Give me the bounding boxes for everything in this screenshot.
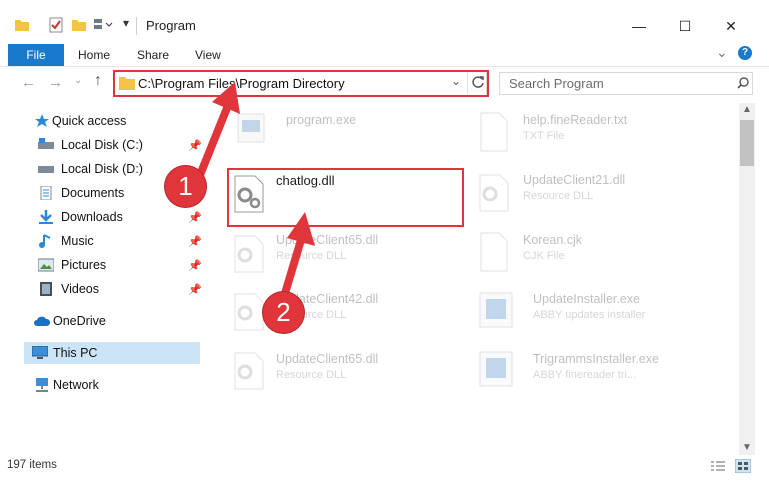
customize-toolbar-icon[interactable]: [93, 17, 113, 33]
folder-icon: [15, 20, 29, 31]
sidebar-item-label: OneDrive: [53, 314, 106, 328]
new-folder-icon[interactable]: [71, 17, 87, 33]
back-button[interactable]: ←: [21, 74, 36, 91]
file-type: TXT File: [523, 130, 565, 142]
pin-icon[interactable]: 📌: [188, 207, 202, 229]
details-view-icon[interactable]: [711, 461, 725, 473]
drive-icon: [38, 166, 54, 173]
sidebar-item-onedrive[interactable]: OneDrive: [24, 310, 200, 332]
file-type: Resource DLL: [523, 190, 594, 202]
pin-icon[interactable]: 📌: [188, 231, 202, 253]
file-name[interactable]: help.fineReader.txt: [523, 113, 627, 127]
tab-home[interactable]: Home: [78, 44, 110, 66]
pin-icon[interactable]: 📌: [188, 255, 202, 277]
up-button[interactable]: ↑: [94, 72, 102, 90]
sidebar-item-label: Quick access: [52, 114, 127, 128]
dll-file-icon[interactable]: [476, 174, 512, 212]
dll-file-icon[interactable]: [231, 352, 267, 390]
scrollbar-thumb[interactable]: [740, 120, 754, 166]
pin-icon[interactable]: 📌: [188, 279, 202, 301]
sidebar-item-label: Music: [61, 234, 94, 248]
tab-file[interactable]: File: [8, 44, 64, 66]
dropdown-chevron-icon[interactable]: ▾: [123, 16, 129, 30]
downloads-icon: [39, 210, 53, 224]
file-highlight-box: [227, 168, 464, 227]
sidebar-item-label: This PC: [53, 346, 98, 360]
maximize-button[interactable]: ☐: [662, 14, 708, 38]
sidebar-item-network[interactable]: Network: [24, 374, 200, 396]
generic-file-icon[interactable]: [478, 232, 510, 272]
sidebar-item-quick-access[interactable]: Quick access: [24, 110, 200, 132]
sidebar-item-music[interactable]: Music 📌: [24, 230, 202, 253]
file-name[interactable]: TrigrammsInstaller.exe: [533, 352, 659, 366]
file-type: CJK File: [523, 250, 565, 262]
step-2-badge: 2: [263, 292, 304, 333]
sidebar-item-label: Network: [53, 378, 99, 392]
drive-c-icon: [38, 138, 54, 149]
large-icons-view-icon[interactable]: [735, 459, 751, 473]
sidebar-item-label: Documents: [61, 186, 125, 200]
tab-view[interactable]: View: [195, 44, 221, 66]
file-name[interactable]: UpdateInstaller.exe: [533, 292, 640, 306]
file-name[interactable]: Korean.cjk: [523, 233, 582, 247]
text-file-icon[interactable]: [478, 112, 510, 152]
step-1-badge: 1: [165, 166, 206, 207]
pictures-icon: [38, 258, 54, 272]
scroll-down-icon[interactable]: ▼: [742, 442, 752, 453]
documents-icon: [40, 186, 52, 200]
cloud-icon: [34, 316, 50, 326]
ribbon-bar: [0, 40, 769, 67]
file-type: ABBY updates installer: [533, 309, 646, 321]
sidebar-item-label: Videos: [61, 282, 99, 296]
search-placeholder[interactable]: Search Program: [509, 76, 604, 91]
computer-icon: [32, 346, 48, 359]
expand-ribbon-button[interactable]: ⌄: [716, 44, 728, 61]
sidebar-item-pictures[interactable]: Pictures 📌: [24, 254, 202, 277]
properties-icon[interactable]: [48, 17, 64, 33]
music-icon: [39, 234, 51, 248]
close-button[interactable]: ✕: [708, 14, 754, 38]
tab-share[interactable]: Share: [137, 44, 169, 66]
window-title: Program: [146, 18, 196, 33]
file-name[interactable]: UpdateClient21.dll: [523, 173, 625, 187]
network-icon: [36, 378, 48, 392]
sidebar-item-label: Downloads: [61, 210, 123, 224]
sidebar-item-local-disk-c[interactable]: Local Disk (C:) 📌: [24, 134, 202, 156]
sidebar-item-downloads[interactable]: Downloads 📌: [24, 206, 202, 229]
title-divider: [136, 17, 137, 35]
installer-icon[interactable]: [478, 291, 514, 329]
search-icon[interactable]: [737, 77, 749, 89]
scroll-up-icon[interactable]: ▲: [742, 104, 752, 115]
status-item-count: 197 items: [7, 459, 57, 471]
sidebar-item-this-pc[interactable]: This PC: [24, 342, 200, 364]
videos-icon: [40, 282, 52, 296]
sidebar-item-label: Local Disk (C:): [61, 138, 143, 152]
star-icon: [35, 114, 49, 127]
sidebar-item-videos[interactable]: Videos 📌: [24, 278, 202, 301]
help-button[interactable]: ?: [738, 46, 752, 60]
recent-locations-icon[interactable]: ⌄: [74, 75, 82, 86]
minimize-button[interactable]: —: [616, 14, 662, 38]
dll-file-icon[interactable]: [231, 293, 267, 331]
sidebar-item-label: Local Disk (D:): [61, 162, 143, 176]
sidebar-item-label: Pictures: [61, 258, 107, 272]
dll-file-icon[interactable]: [231, 235, 267, 273]
address-highlight-box: [113, 70, 489, 97]
file-name[interactable]: program.exe: [286, 113, 356, 127]
forward-button[interactable]: →: [48, 74, 63, 91]
file-type: Resource DLL: [276, 369, 347, 381]
installer-icon[interactable]: [478, 350, 514, 388]
file-name[interactable]: UpdateClient65.dll: [276, 352, 378, 366]
file-type: ABBY finereader tri...: [533, 369, 637, 381]
